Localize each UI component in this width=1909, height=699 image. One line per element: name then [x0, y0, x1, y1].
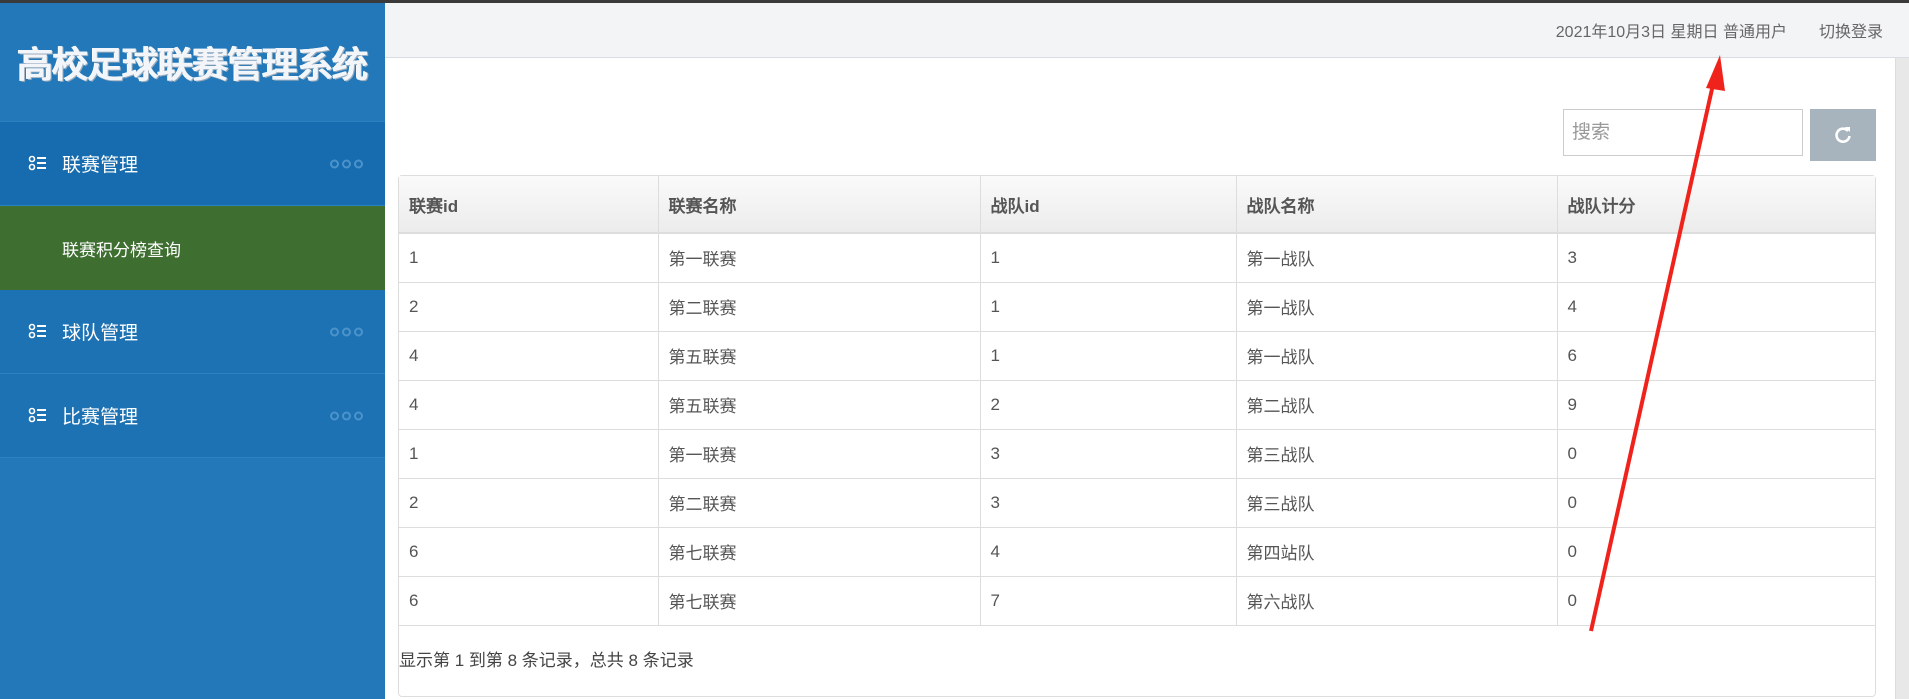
- table-row[interactable]: 1 第一联赛 1 第一战队 3: [399, 233, 1875, 283]
- table-cell: 4: [399, 331, 659, 381]
- list-icon: [28, 407, 46, 422]
- standings-table: 联赛id 联赛名称 战队id 战队名称 战队计分 1 第一联赛 1 第一战队 3 2 第二联…: [399, 176, 1875, 626]
- table-cell: 1: [980, 282, 1237, 332]
- table-cell: 第一联赛: [658, 233, 981, 283]
- current-date: 2021年10月3日 星期日: [1555, 24, 1719, 41]
- table-cell: 第七联赛: [658, 576, 981, 626]
- table-cell: 第七联赛: [658, 527, 981, 577]
- table-cell: 6: [399, 527, 659, 577]
- scrollbar[interactable]: [1895, 58, 1909, 699]
- table-cell: 1: [980, 331, 1237, 381]
- table-cell: 0: [1557, 576, 1875, 626]
- table-cell: 第二联赛: [658, 478, 981, 528]
- table-cell: 第一战队: [1236, 282, 1558, 332]
- table-cell: 第一战队: [1236, 233, 1558, 283]
- sidebar-item-match-management[interactable]: 比赛管理: [0, 374, 385, 458]
- table-cell: 7: [980, 576, 1237, 626]
- table-cell: 第四站队: [1236, 527, 1558, 577]
- table-cell: 第二战队: [1236, 380, 1558, 430]
- table-row[interactable]: 4 第五联赛 1 第一战队 6: [399, 331, 1875, 381]
- pagination-info: 显示第 1 到第 8 条记录，总共 8 条记录: [399, 651, 694, 670]
- more-dots-icon: [330, 411, 363, 420]
- table-cell: 第三战队: [1236, 478, 1558, 528]
- sidebar-subitem-league-standings[interactable]: 联赛积分榜查询: [0, 206, 385, 290]
- table-cell: 9: [1557, 380, 1875, 430]
- table-row[interactable]: 6 第七联赛 7 第六战队 0: [399, 576, 1875, 626]
- search-input[interactable]: 搜索: [1563, 109, 1803, 156]
- table-cell: 2: [980, 380, 1237, 430]
- column-header[interactable]: 战队名称: [1236, 176, 1558, 234]
- list-icon: [28, 155, 46, 170]
- table-row[interactable]: 6 第七联赛 4 第四站队 0: [399, 527, 1875, 577]
- more-dots-icon: [330, 327, 363, 336]
- table-cell: 4: [980, 527, 1237, 577]
- app-logo: 高校足球联赛管理系统: [0, 3, 385, 122]
- more-dots-icon: [330, 159, 363, 168]
- table-row[interactable]: 2 第二联赛 1 第一战队 4: [399, 282, 1875, 332]
- table-cell: 2: [399, 478, 659, 528]
- table-cell: 6: [399, 576, 659, 626]
- table-cell: 0: [1557, 527, 1875, 577]
- table-cell: 1: [399, 429, 659, 479]
- refresh-button[interactable]: [1810, 109, 1876, 161]
- table-cell: 第五联赛: [658, 380, 981, 430]
- column-header[interactable]: 战队计分: [1557, 176, 1875, 234]
- sidebar-item-label: 联赛管理: [62, 155, 139, 176]
- user-role: 普通用户: [1722, 24, 1787, 41]
- table-cell: 第一战队: [1236, 331, 1558, 381]
- table-cell: 4: [399, 380, 659, 430]
- table-row[interactable]: 4 第五联赛 2 第二战队 9: [399, 380, 1875, 430]
- sidebar-item-team-management[interactable]: 球队管理: [0, 290, 385, 374]
- table-row[interactable]: 2 第二联赛 3 第三战队 0: [399, 478, 1875, 528]
- table-cell: 1: [980, 233, 1237, 283]
- table-cell: 第二联赛: [658, 282, 981, 332]
- table-cell: 0: [1557, 478, 1875, 528]
- table-cell: 0: [1557, 429, 1875, 479]
- list-icon: [28, 323, 46, 338]
- table-cell: 3: [1557, 233, 1875, 283]
- top-header: 2021年10月3日 星期日 普通用户 切换登录: [385, 3, 1909, 58]
- table-cell: 第三战队: [1236, 429, 1558, 479]
- sidebar-item-league-management[interactable]: 联赛管理: [0, 122, 385, 206]
- column-header[interactable]: 战队id: [980, 176, 1237, 234]
- table-cell: 第六战队: [1236, 576, 1558, 626]
- sidebar: 高校足球联赛管理系统 联赛管理 联赛积分榜查询 球队管理 比赛管理: [0, 3, 385, 699]
- table-cell: 1: [399, 233, 659, 283]
- table-cell: 2: [399, 282, 659, 332]
- refresh-icon: [1835, 127, 1851, 143]
- sidebar-item-label: 球队管理: [62, 323, 139, 344]
- table-cell: 第五联赛: [658, 331, 981, 381]
- switch-login-link[interactable]: 切换登录: [1819, 18, 1883, 42]
- table-row[interactable]: 1 第一联赛 3 第三战队 0: [399, 429, 1875, 479]
- column-header[interactable]: 联赛id: [399, 176, 659, 234]
- table-cell: 3: [980, 478, 1237, 528]
- column-header[interactable]: 联赛名称: [658, 176, 981, 234]
- table-cell: 4: [1557, 282, 1875, 332]
- table-cell: 第一联赛: [658, 429, 981, 479]
- table-header-row: 联赛id 联赛名称 战队id 战队名称 战队计分: [399, 176, 1875, 234]
- table-cell: 3: [980, 429, 1237, 479]
- standings-table-panel: 联赛id 联赛名称 战队id 战队名称 战队计分 1 第一联赛 1 第一战队 3 2 第二联…: [398, 175, 1876, 697]
- table-cell: 6: [1557, 331, 1875, 381]
- sidebar-item-label: 比赛管理: [62, 407, 139, 428]
